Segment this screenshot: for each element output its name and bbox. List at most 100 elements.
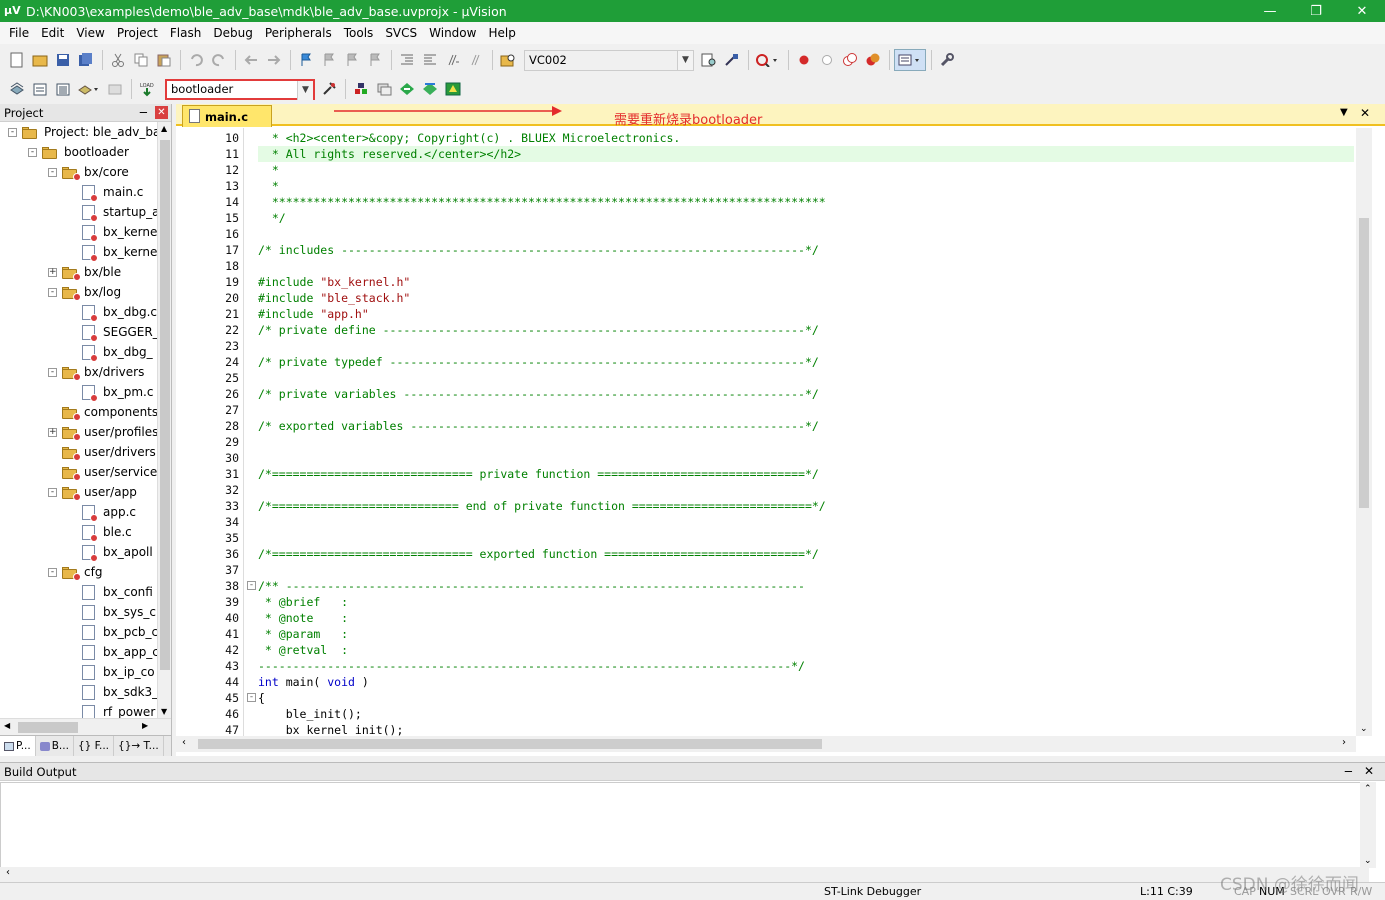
tree-file-item[interactable]: bx_pm.c [68,382,153,402]
tree-file-item[interactable]: bx_sdk3_ [68,682,157,702]
tree-file-item[interactable]: bx_sys_c [68,602,156,622]
tree-file-item[interactable]: bx_kerne [68,222,157,242]
tree-file-item[interactable]: bx_ip_co [68,662,155,682]
close-tab-icon[interactable]: ✕ [1360,106,1370,120]
project-tree-hscrollbar[interactable]: ◀ ▶ [0,718,171,735]
scroll-right-icon[interactable]: › [1342,737,1346,748]
tree-file-item[interactable]: bx_confi [68,582,153,602]
collapse-icon[interactable]: - [48,367,57,377]
manage-components-icon[interactable] [350,78,372,100]
menu-view[interactable]: View [70,22,110,44]
window-layout-icon[interactable] [894,49,926,71]
project-tree-vscrollbar[interactable]: ▲ ▼ [157,122,171,718]
disable-breakpoint-icon[interactable] [816,49,838,71]
translate-icon[interactable] [6,78,28,100]
scroll-down-icon[interactable]: ⌄ [1364,856,1372,866]
tab-project[interactable]: P... [0,736,36,756]
tree-group-item[interactable]: - user/app [48,482,137,502]
editor-vscrollbar[interactable]: ⌄ [1356,128,1372,736]
configure-icon[interactable] [936,49,958,71]
tab-main-c[interactable]: main.c [182,105,272,127]
tree-file-item[interactable]: startup_a [68,202,157,222]
tree-group-item[interactable]: - cfg [48,562,102,582]
chevron-down-icon[interactable]: ▼ [677,50,693,70]
scrollbar-thumb[interactable] [18,722,78,733]
tab-functions[interactable]: {} F... [74,736,115,756]
scroll-down-icon[interactable]: ⌄ [1360,724,1368,734]
fold-toggle-icon[interactable]: - [247,693,256,702]
rebuild-icon[interactable] [52,78,74,100]
copy-icon[interactable] [130,49,152,71]
select-pack-icon[interactable] [396,78,418,100]
kill-breakpoints-icon[interactable] [862,49,884,71]
scrollbar-thumb[interactable] [198,739,822,749]
find-combo[interactable]: VC002 ▼ [524,49,694,71]
debug-session-icon[interactable] [753,49,783,71]
scrollbar-thumb[interactable] [1359,218,1369,508]
scroll-down-icon[interactable]: ▼ [161,707,167,716]
paste-icon[interactable] [153,49,175,71]
stop-build-icon[interactable] [104,78,126,100]
build-icon[interactable] [29,78,51,100]
collapse-icon[interactable]: - [28,147,37,157]
tree-file-item[interactable]: bx_pcb_c [68,622,157,642]
scroll-left-icon[interactable]: ‹ [6,867,10,878]
collapse-icon[interactable]: - [48,567,57,577]
tree-file-item[interactable]: SEGGER_ [68,322,157,342]
build-output-vscrollbar[interactable]: ⌃ ⌄ [1360,782,1376,868]
menu-peripherals[interactable]: Peripherals [259,22,338,44]
tree-file-item[interactable]: bx_kerne [68,242,157,262]
code-area[interactable]: * <h2><center>&copy; Copyright(c) . BLUE… [258,128,1354,736]
nav-forward-icon[interactable] [263,49,285,71]
menu-project[interactable]: Project [111,22,164,44]
redo-icon[interactable] [208,49,230,71]
unindent-icon[interactable] [419,49,441,71]
menu-svcs[interactable]: SVCS [379,22,423,44]
tree-file-item[interactable]: main.c [68,182,143,202]
menu-debug[interactable]: Debug [207,22,258,44]
cut-icon[interactable] [107,49,129,71]
target-select[interactable]: bootloader ▼ [165,78,315,100]
tree-file-item[interactable]: rf_power [68,702,155,718]
scroll-left-icon[interactable]: ◀ [4,721,10,730]
pin-icon[interactable]: ⚊ [1344,764,1353,775]
tree-group-item[interactable]: - bx/drivers [48,362,144,382]
find-icon[interactable] [698,49,720,71]
nav-back-icon[interactable] [240,49,262,71]
disable-all-breakpoints-icon[interactable] [839,49,861,71]
collapse-icon[interactable]: - [48,287,57,297]
tree-group-item[interactable]: - bx/core [48,162,129,182]
editor-hscrollbar[interactable]: ‹ › [176,736,1356,752]
scrollbar-thumb[interactable] [160,140,170,670]
tree-group-item[interactable]: - Project: ble_adv_bas [8,122,157,142]
build-output-text[interactable] [0,782,1369,868]
undo-icon[interactable] [185,49,207,71]
tree-group-item[interactable]: - bootloader [28,142,129,162]
collapse-icon[interactable]: - [8,127,17,137]
build-output-hscrollbar[interactable]: ‹ [0,867,1369,882]
menu-flash[interactable]: Flash [164,22,207,44]
scroll-left-icon[interactable]: ‹ [182,737,186,748]
indent-icon[interactable] [396,49,418,71]
tree-group-item[interactable]: - bx/log [48,282,121,302]
tree-file-item[interactable]: bx_apoll [68,542,153,562]
chevron-down-icon[interactable]: ▼ [297,80,313,100]
close-window-button[interactable]: ✕ [1339,0,1385,22]
collapse-icon[interactable]: - [48,167,57,177]
tab-templates[interactable]: {}→ T... [114,736,164,756]
expand-icon[interactable]: + [48,427,57,437]
tree-group-item[interactable]: + user/profiles [48,422,157,442]
tree-file-item[interactable]: bx_dbg.c [68,302,157,322]
expand-icon[interactable]: + [48,267,57,277]
pin-icon[interactable]: ⚊ [139,105,148,116]
scroll-up-icon[interactable]: ⌃ [1364,784,1372,794]
tree-group-item[interactable]: user/drivers [48,442,156,462]
menu-window[interactable]: Window [423,22,482,44]
collapse-icon[interactable]: - [48,487,57,497]
close-panel-icon[interactable]: ✕ [155,106,168,119]
scroll-right-icon[interactable]: ▶ [142,721,148,730]
tree-file-item[interactable]: bx_dbg_ [68,342,153,362]
menu-file[interactable]: File [3,22,35,44]
menu-tools[interactable]: Tools [338,22,380,44]
tab-list-dropdown-icon[interactable]: ▼ [1340,107,1348,118]
